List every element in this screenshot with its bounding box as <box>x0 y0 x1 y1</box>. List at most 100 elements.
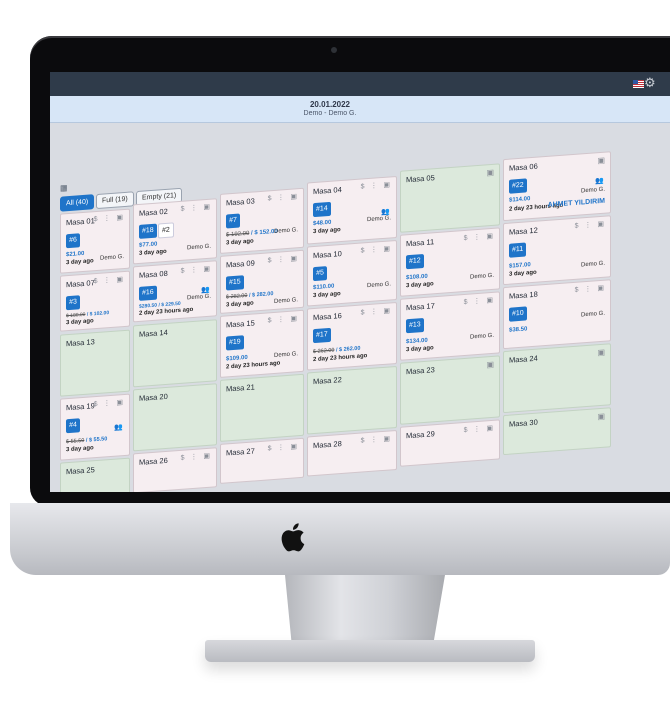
card-actions-icon[interactable]: $ ⋮ ▣ <box>94 275 125 285</box>
table-name: Masa 08 <box>139 268 168 280</box>
table-card-empty[interactable]: Masa 20 <box>133 383 217 452</box>
order-badge: #11 <box>509 242 527 258</box>
order-age: 3 day ago <box>66 258 94 267</box>
card-actions-icon[interactable]: $ ⋮ ▣ <box>268 442 299 452</box>
order-badge: #22 <box>509 178 527 194</box>
order-owner: Demo G. <box>273 297 298 305</box>
order-owner: Demo G. <box>273 351 298 359</box>
table-card-empty[interactable]: Masa 21 <box>220 373 304 442</box>
add-order-icon[interactable]: ▣ <box>597 156 605 166</box>
table-name: Masa 27 <box>226 446 255 458</box>
order-price: $48.00 <box>313 219 332 228</box>
order-price: $108.00 <box>406 273 428 282</box>
table-card[interactable]: Masa 10 $ ⋮ ▣ #5 $110.00 3 day ago Demo … <box>307 239 397 307</box>
card-actions-icon[interactable]: $ ⋮ ▣ <box>361 434 392 444</box>
order-owner: Demo G. <box>580 186 605 195</box>
table-card[interactable]: Masa 27 $ ⋮ ▣ <box>220 437 304 484</box>
order-price: $110.00 <box>313 283 335 292</box>
table-name: Masa 15 <box>226 318 255 330</box>
table-card[interactable]: Masa 09 $ ⋮ ▣ #15 $ 282.00 / $ 282.00 3 … <box>220 249 304 314</box>
table-card-empty[interactable]: Masa 25 <box>60 457 130 492</box>
table-card[interactable]: Masa 01 $ ⋮ ▣ #6 $21.00 3 day ago Demo G… <box>60 208 130 274</box>
table-card[interactable]: Masa 03 $ ⋮ ▣ #7 $ 192.00 / $ 152.00 3 d… <box>220 187 304 254</box>
filter-full[interactable]: Full (19) <box>96 191 134 210</box>
table-card[interactable]: Masa 11 $ ⋮ ▣ #12 $108.00 3 day ago Demo… <box>400 227 500 297</box>
table-card[interactable]: Masa 29 $ ⋮ ▣ <box>400 419 500 467</box>
table-card[interactable]: Masa 04 $ ⋮ ▣ #14 $48.00 3 day ago 👥 Dem… <box>307 175 397 245</box>
order-badge: #10 <box>509 306 527 322</box>
table-card[interactable]: Masa 16 $ ⋮ ▣ #17 $ 262.00 / $ 262.00 2 … <box>307 301 397 371</box>
table-card[interactable]: Masa 15 $ ⋮ ▣ #19 $109.00 2 day 23 hours… <box>220 309 304 378</box>
monitor-base <box>205 640 535 662</box>
order-age: 3 day ago <box>509 269 537 278</box>
order-price-old: $ 262.00 <box>313 347 335 356</box>
card-actions-icon[interactable]: $ ⋮ ▣ <box>361 306 392 316</box>
table-name: Masa 07 <box>66 278 95 290</box>
order-badge: #4 <box>66 418 80 434</box>
order-age: 3 day ago <box>406 281 434 290</box>
order-price: $134.00 <box>406 337 428 346</box>
gear-icon[interactable]: ⚙ <box>644 76 658 90</box>
table-name: Masa 09 <box>226 258 255 270</box>
order-age: 3 day ago <box>406 345 434 354</box>
card-actions-icon[interactable]: $ ⋮ ▣ <box>268 254 299 264</box>
table-card-empty[interactable]: Masa 05 ▣ <box>400 163 500 233</box>
card-actions-icon[interactable]: $ ⋮ ▣ <box>575 284 606 294</box>
add-order-icon[interactable]: ▣ <box>486 168 494 178</box>
table-card[interactable]: Masa 02 $ ⋮ ▣ #18 #2 $77.00 3 day ago De… <box>133 198 217 265</box>
filter-all[interactable]: All (40) <box>60 194 95 212</box>
order-owner: Demo G. <box>366 215 391 224</box>
card-actions-icon[interactable]: $ ⋮ ▣ <box>181 452 212 462</box>
add-order-icon[interactable]: ▣ <box>597 348 605 358</box>
card-actions-icon[interactable]: $ ⋮ ▣ <box>268 192 299 202</box>
table-card-empty[interactable]: Masa 23 ▣ <box>400 355 500 425</box>
table-name: Masa 06 <box>509 161 538 173</box>
add-order-icon[interactable]: ▣ <box>597 412 605 422</box>
table-card-empty[interactable]: Masa 14 <box>133 319 217 388</box>
order-owner: Demo G. <box>186 243 211 252</box>
table-name: Masa 21 <box>226 382 255 394</box>
card-actions-icon[interactable]: $ ⋮ ▣ <box>94 398 125 408</box>
card-actions-icon[interactable]: $ ⋮ ▣ <box>361 244 392 254</box>
order-age: 3 day ago <box>139 248 167 257</box>
guests-icon: 👥 <box>114 424 123 432</box>
card-actions-icon[interactable]: $ ⋮ ▣ <box>94 213 125 223</box>
table-card[interactable]: Masa 19 $ ⋮ ▣ #4 $ 55.50 / $ 55.50 3 day… <box>60 393 130 461</box>
table-card-empty[interactable]: Masa 22 <box>307 365 397 435</box>
order-badge: #15 <box>226 275 244 291</box>
table-name: Masa 13 <box>66 337 95 349</box>
card-actions-icon[interactable]: $ ⋮ ▣ <box>181 203 212 213</box>
table-card-empty[interactable]: Masa 13 <box>60 329 130 397</box>
table-card-empty[interactable]: Masa 24 ▣ <box>503 343 611 414</box>
card-actions-icon[interactable]: $ ⋮ ▣ <box>575 220 606 230</box>
card-actions-icon[interactable]: $ ⋮ ▣ <box>181 265 212 275</box>
order-badge: #17 <box>313 327 331 344</box>
grid-view-icon[interactable]: ▦ <box>60 183 68 193</box>
table-name: Masa 29 <box>406 429 435 441</box>
order-price: $77.00 <box>139 241 158 249</box>
table-card[interactable]: Masa 17 $ ⋮ ▣ #13 $134.00 3 day ago Demo… <box>400 291 500 361</box>
add-order-icon[interactable]: ▣ <box>486 360 494 370</box>
order-badge: #5 <box>313 266 327 282</box>
order-age: 3 day ago <box>226 300 254 309</box>
card-actions-icon[interactable]: $ ⋮ ▣ <box>464 232 495 242</box>
order-owner: Demo G. <box>366 281 391 290</box>
tables-board: ▦ All (40) Full (19) Empty (21) Masa 01 … <box>56 86 631 492</box>
table-card[interactable]: Masa 08 $ ⋮ ▣ #16 $280.50 / $ 229.50 2 d… <box>133 260 217 323</box>
card-actions-icon[interactable]: $ ⋮ ▣ <box>361 180 392 190</box>
card-actions-icon[interactable]: $ ⋮ ▣ <box>464 424 495 434</box>
table-card[interactable]: Masa 06 ▣ #22 $114.00 2 day 23 hours ago… <box>503 151 611 222</box>
table-card[interactable]: Masa 28 $ ⋮ ▣ <box>307 429 397 477</box>
us-flag-icon[interactable] <box>633 80 644 88</box>
order-owner: Demo G. <box>273 227 298 235</box>
order-badge: #6 <box>66 233 80 249</box>
table-card[interactable]: Masa 26 $ ⋮ ▣ <box>133 447 217 492</box>
order-owner: Demo G. <box>99 254 124 262</box>
order-owner: Demo G. <box>469 332 494 341</box>
card-actions-icon[interactable]: $ ⋮ ▣ <box>268 314 299 324</box>
table-card-empty[interactable]: Masa 30 ▣ <box>503 407 611 456</box>
table-card[interactable]: Masa 07 $ ⋮ ▣ #3 $ 180.00 / $ 102.00 3 d… <box>60 270 130 332</box>
table-card[interactable]: Masa 18 $ ⋮ ▣ #10 $38.50 Demo G. <box>503 279 611 350</box>
card-actions-icon[interactable]: $ ⋮ ▣ <box>464 296 495 306</box>
table-card[interactable]: Masa 12 $ ⋮ ▣ #11 $157.00 3 day ago Demo… <box>503 215 611 286</box>
